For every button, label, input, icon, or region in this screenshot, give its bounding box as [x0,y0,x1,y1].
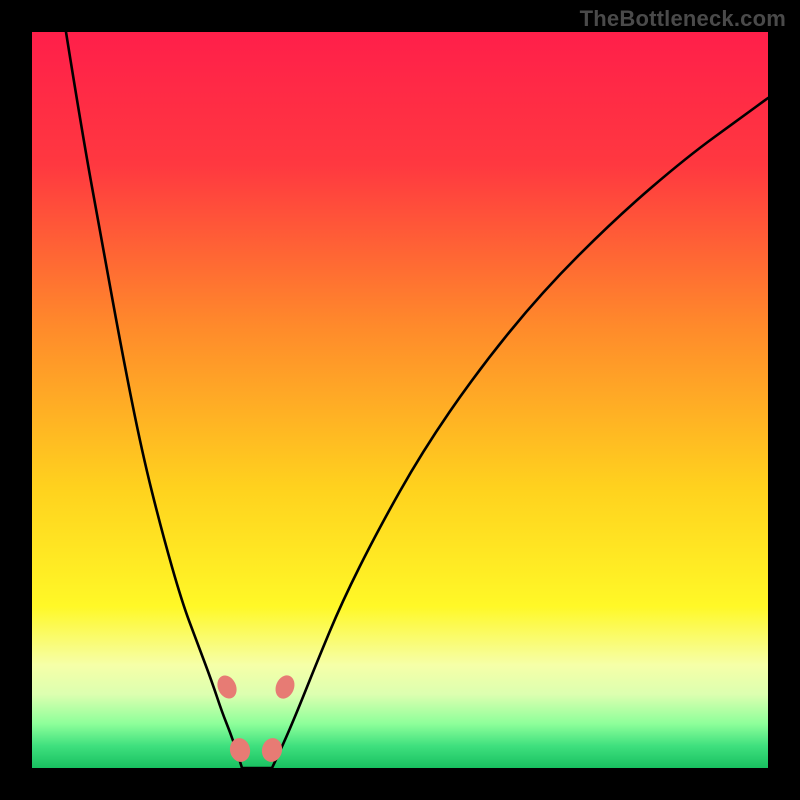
chart-svg [32,32,768,768]
plot-area [32,32,768,768]
background-rect [32,32,768,768]
chart-frame: TheBottleneck.com [0,0,800,800]
watermark-text: TheBottleneck.com [580,6,786,32]
